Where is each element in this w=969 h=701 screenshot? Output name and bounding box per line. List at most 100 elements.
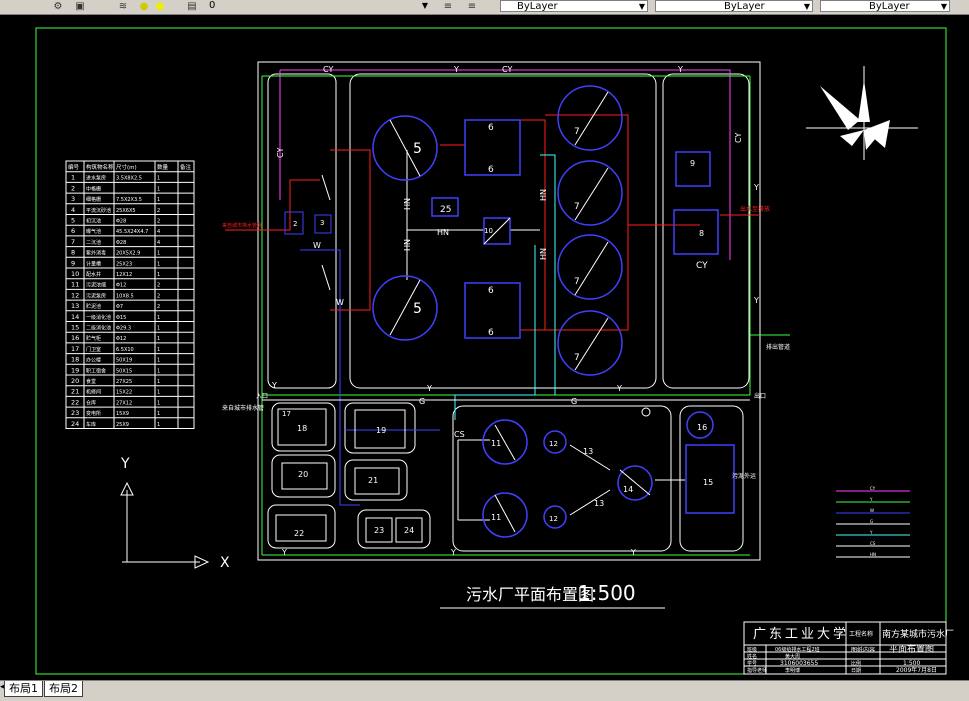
table-cell: Φ7 xyxy=(116,304,123,310)
pipe-label: CY xyxy=(502,65,512,74)
pipe-label: CY xyxy=(276,148,285,158)
table-cell: 11 xyxy=(71,281,79,289)
table-cell: 25X6X5 xyxy=(116,208,136,214)
gate-right-label: 出口 xyxy=(754,392,766,400)
ucs-axis-icon xyxy=(120,481,210,569)
table-cell: 车库 xyxy=(86,421,96,428)
unit-label: 17 xyxy=(282,410,291,418)
table-cell: 一级消化池 xyxy=(86,314,111,321)
table-cell: 职工宿舍 xyxy=(86,367,106,374)
table-cell: 25X9 xyxy=(116,422,129,428)
table-cell: 配水井 xyxy=(86,271,101,278)
table-cell: 1 xyxy=(157,347,160,353)
table-cell: 21 xyxy=(71,388,79,396)
content-value: 平面布置图 xyxy=(889,643,934,655)
table-cell: 7 xyxy=(71,238,75,246)
table-cell: 1 xyxy=(157,251,160,257)
legend-label: G xyxy=(870,519,873,524)
secondary-clarifier-1 xyxy=(557,85,623,151)
table-cell: 20 xyxy=(71,377,79,385)
layer-previous-icon[interactable]: ≡ xyxy=(464,0,480,13)
table-cell: 1 xyxy=(157,390,160,396)
unit-label: 24 xyxy=(404,526,414,535)
make-current-icon[interactable]: ≡ xyxy=(440,0,456,13)
pipe-label: CY xyxy=(323,65,333,74)
layer-dropdown[interactable]: 0 ▼ xyxy=(205,0,430,12)
table-cell: Φ28 xyxy=(116,240,126,246)
cyan-pipe-2 xyxy=(455,245,536,396)
table-cell: 23 xyxy=(71,409,79,417)
id-value: 3106003655 xyxy=(780,660,818,667)
unit-label: 9 xyxy=(690,159,695,168)
school-name: 广东工业大学 xyxy=(753,626,849,642)
unit-label: 7 xyxy=(574,202,580,212)
layout-tabs: ◀ 布局1 布局2 xyxy=(0,680,969,701)
lineweight-dropdown[interactable]: ByLayer ▼ xyxy=(820,0,950,12)
lineweight-value: ByLayer xyxy=(869,1,910,12)
table-cell: 初沉池 xyxy=(86,218,101,225)
table-cell: 10X8.5 xyxy=(116,293,134,299)
pipe-label: G xyxy=(419,397,425,406)
unit-label: 12 xyxy=(549,440,558,448)
table-cell: 1 xyxy=(157,197,160,203)
teacher-value: 李明博 xyxy=(785,667,800,674)
pipe-label: Y xyxy=(630,548,636,557)
pipe-label: CS xyxy=(454,430,465,439)
north-arrow-icon xyxy=(806,66,918,160)
pipe-label: CY xyxy=(734,133,743,143)
axis-y-label: Y xyxy=(120,456,130,472)
table-cell: 1 xyxy=(157,379,160,385)
layers-icon[interactable]: ≋ xyxy=(115,0,131,13)
drawing-canvas[interactable]: 5 5 6 6 6 6 7 7 7 7 10 25 HN HN HN HN HN… xyxy=(0,14,969,680)
tab-layout1[interactable]: 布局1 xyxy=(4,681,43,697)
w-pipe xyxy=(300,249,360,506)
layer-manager-icon[interactable]: ⚙ xyxy=(50,0,66,13)
table-cell: 1 xyxy=(157,368,160,374)
pipe-label: Y xyxy=(753,183,759,192)
pipe-label: HN xyxy=(539,248,548,260)
table-cell: 15 xyxy=(71,324,79,332)
table-cell: 50X19 xyxy=(116,358,132,364)
chevron-down-icon: ▼ xyxy=(803,2,810,11)
pipe-label: HN xyxy=(437,228,449,237)
chevron-down-icon: ▼ xyxy=(421,1,428,10)
table-cell: 变电所 xyxy=(86,410,101,417)
color-dropdown[interactable]: ByLayer ▼ xyxy=(500,0,648,12)
screen-line xyxy=(321,264,331,291)
table-cell: 仓库 xyxy=(86,399,96,406)
pipe-label: W xyxy=(336,298,344,307)
table-cell: 10 xyxy=(71,270,79,278)
table-cell: Φ12 xyxy=(116,283,126,289)
pipe-label: G xyxy=(571,397,577,406)
inflow2-label: 来自城市排水管 xyxy=(222,404,264,412)
legend-label: Y xyxy=(869,530,873,535)
tab-label: 布局1 xyxy=(9,682,38,695)
unit-label: 20 xyxy=(298,470,308,479)
table-cell: 12X12 xyxy=(116,272,132,278)
table-cell: 25X23 xyxy=(116,261,132,267)
unit-label: 7 xyxy=(574,277,580,287)
table-cell: 中格栅 xyxy=(86,185,101,192)
legend-label: CY xyxy=(870,486,876,491)
table-cell: 2 xyxy=(157,219,160,225)
name-value: 黄大周 xyxy=(785,653,800,660)
project-label: 工程名称 xyxy=(849,630,873,638)
screen-line xyxy=(321,174,331,201)
unit-label: 6 xyxy=(488,165,494,175)
table-cell: 食堂 xyxy=(86,378,96,385)
pipe-label: Y xyxy=(753,296,759,305)
unit-label: 16 xyxy=(697,423,707,432)
table-cell: 3.5X8X2.5 xyxy=(116,176,142,182)
pipe-label: W xyxy=(313,241,321,250)
linetype-dropdown[interactable]: ByLayer ▼ xyxy=(655,0,813,12)
table-cell: 4 xyxy=(71,206,75,214)
unit-label: 14 xyxy=(623,485,633,494)
tab-layout2[interactable]: 布局2 xyxy=(44,681,83,697)
table-cell: 平流沉砂池 xyxy=(86,207,111,214)
title-block: 广东工业大学 工程名称 南方某城市污水厂 班级 06级给排水工程2班 姓名 黄大… xyxy=(743,621,954,675)
layer-states-icon[interactable]: ▣ xyxy=(72,0,88,13)
table-cell: 15X22 xyxy=(116,390,132,396)
pipe-label: Y xyxy=(450,548,456,557)
table-cell: 18 xyxy=(71,356,79,364)
table-cell: 曝气池 xyxy=(86,228,101,235)
